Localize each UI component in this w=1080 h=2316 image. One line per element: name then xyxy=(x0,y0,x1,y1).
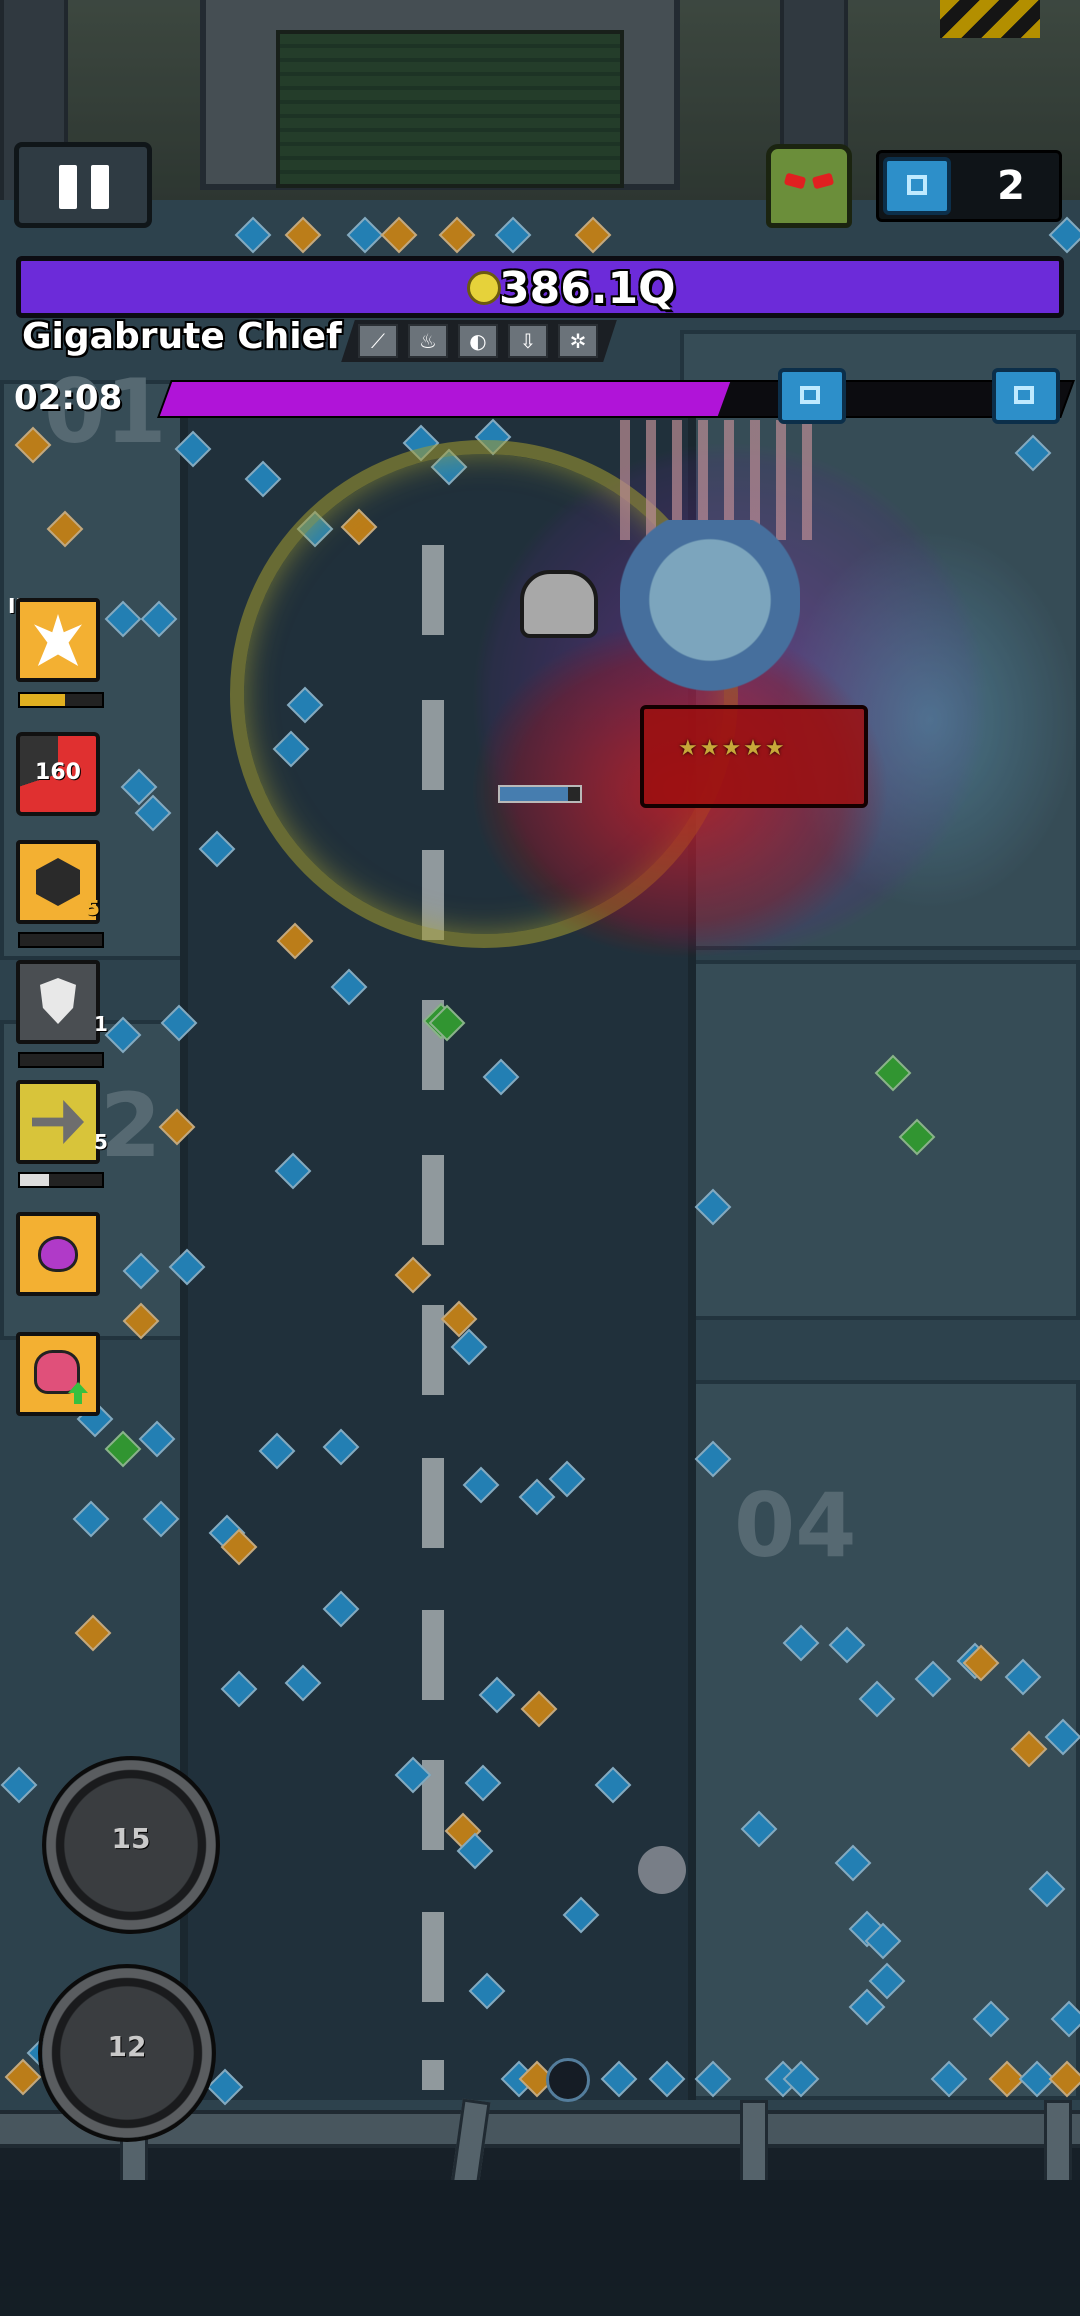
skill-level: 5 xyxy=(94,1130,108,1154)
lane-dash xyxy=(422,1155,444,1245)
cat-face-icon xyxy=(38,1236,78,1272)
skill-charge-bar xyxy=(18,932,104,948)
claw-icon: ⟋ xyxy=(358,324,398,358)
wave-chest-icon xyxy=(778,368,846,424)
shield-icon: ◐ xyxy=(458,324,498,358)
skill-charge-bar xyxy=(18,1172,104,1188)
cooldown-skill-icon[interactable]: 160 xyxy=(16,732,100,816)
dash-icon xyxy=(32,1100,84,1144)
lane-dash xyxy=(422,2060,444,2090)
shield-icon xyxy=(40,978,76,1024)
flame-icon: ♨ xyxy=(408,324,448,358)
bomb-pickup-icon[interactable] xyxy=(546,2058,590,2102)
player-health-bar xyxy=(498,785,582,803)
dash-skill-icon[interactable] xyxy=(16,1080,100,1164)
boss-health-value: 386.1Q xyxy=(499,263,676,314)
wave-progress-fill xyxy=(159,382,731,416)
player-hero xyxy=(520,570,598,638)
upgrade-monster-icon[interactable] xyxy=(16,1332,100,1416)
match-timer: 02:08 xyxy=(14,378,123,418)
coin-icon xyxy=(467,271,501,305)
gear-icon: ✲ xyxy=(558,324,598,358)
armor-skill-icon[interactable] xyxy=(16,960,100,1044)
wave-progress-bar xyxy=(157,380,1075,418)
garage-door xyxy=(276,30,624,188)
star-rating-icon: ★★★★★ xyxy=(678,736,787,761)
burst-skill-icon[interactable] xyxy=(16,598,100,682)
ability-charges: 12 xyxy=(107,2030,147,2063)
lane-dash xyxy=(422,1912,444,2002)
chest-icon xyxy=(883,157,951,215)
ability-charges: 15 xyxy=(111,1822,151,1855)
cat-pet-icon[interactable] xyxy=(16,1212,100,1296)
secondary-ability-button[interactable]: 12 xyxy=(42,1968,212,2138)
boss-trait-list: ⟋ ♨ ◐ ⇩ ✲ xyxy=(341,320,617,362)
hazard-stripe xyxy=(940,0,1040,38)
bay-number: 2 xyxy=(100,1074,162,1177)
ultimate-ability-button[interactable]: 15 xyxy=(46,1760,216,1930)
wave-chest-icon xyxy=(992,368,1060,424)
hexagon-icon xyxy=(36,858,80,906)
chest-count: 2 xyxy=(997,163,1025,209)
skill-cooldown-value: 160 xyxy=(35,760,81,785)
boss-head-icon xyxy=(766,144,852,228)
chest-counter: 2 xyxy=(876,150,1062,222)
boss-name: Gigabrute Chief xyxy=(22,316,342,357)
skill-level: 1 xyxy=(94,1012,108,1036)
lane-dash xyxy=(422,1610,444,1700)
lane-dash xyxy=(422,1458,444,1548)
skill-level: 5 xyxy=(86,896,100,920)
pause-button[interactable] xyxy=(14,142,152,228)
lower-floor xyxy=(0,2180,1080,2316)
burst-icon xyxy=(34,614,82,666)
garage-building xyxy=(200,0,680,190)
floor-tile xyxy=(680,960,1080,1320)
boss-gigabrute-chief xyxy=(620,520,800,720)
skill-charge-bar xyxy=(18,1052,104,1068)
arrow-down-icon: ⇩ xyxy=(508,324,548,358)
skill-charge-bar xyxy=(18,692,104,708)
boss-health-bar: 386.1Q xyxy=(16,256,1064,318)
joystick-thumb[interactable] xyxy=(638,1846,686,1894)
bay-number: 04 xyxy=(734,1474,857,1577)
